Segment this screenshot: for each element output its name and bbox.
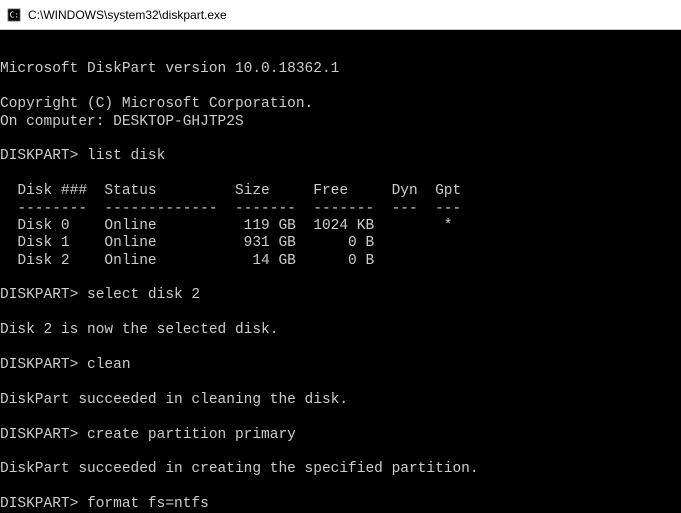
cmd-icon: C: [6, 7, 22, 23]
table-header: Disk ### Status Size Free Dyn Gpt [0, 183, 461, 199]
table-row: Disk 0 Online 119 GB 1024 KB * [0, 218, 452, 234]
version-line: Microsoft DiskPart version 10.0.18362.1 [0, 61, 339, 77]
window-titlebar[interactable]: C: C:\WINDOWS\system32\diskpart.exe [0, 0, 681, 30]
copyright-line: Copyright (C) Microsoft Corporation. [0, 96, 313, 112]
prompt-list-disk: DISKPART> list disk [0, 148, 165, 164]
svg-text:C:: C: [10, 10, 19, 19]
window-title: C:\WINDOWS\system32\diskpart.exe [28, 8, 227, 22]
prompt-clean: DISKPART> clean [0, 357, 131, 373]
result-create-partition: DiskPart succeeded in creating the speci… [0, 461, 479, 477]
result-select-disk: Disk 2 is now the selected disk. [0, 322, 278, 338]
prompt-create-partition: DISKPART> create partition primary [0, 427, 296, 443]
table-row: Disk 1 Online 931 GB 0 B [0, 235, 374, 251]
table-row: Disk 2 Online 14 GB 0 B [0, 253, 374, 269]
table-divider: -------- ------------- ------- ------- -… [0, 201, 461, 217]
prompt-select-disk: DISKPART> select disk 2 [0, 287, 200, 303]
result-clean: DiskPart succeeded in cleaning the disk. [0, 392, 348, 408]
terminal-output[interactable]: Microsoft DiskPart version 10.0.18362.1 … [0, 30, 681, 513]
prompt-format: DISKPART> format fs=ntfs [0, 496, 209, 512]
computer-line: On computer: DESKTOP-GHJTP2S [0, 114, 244, 130]
